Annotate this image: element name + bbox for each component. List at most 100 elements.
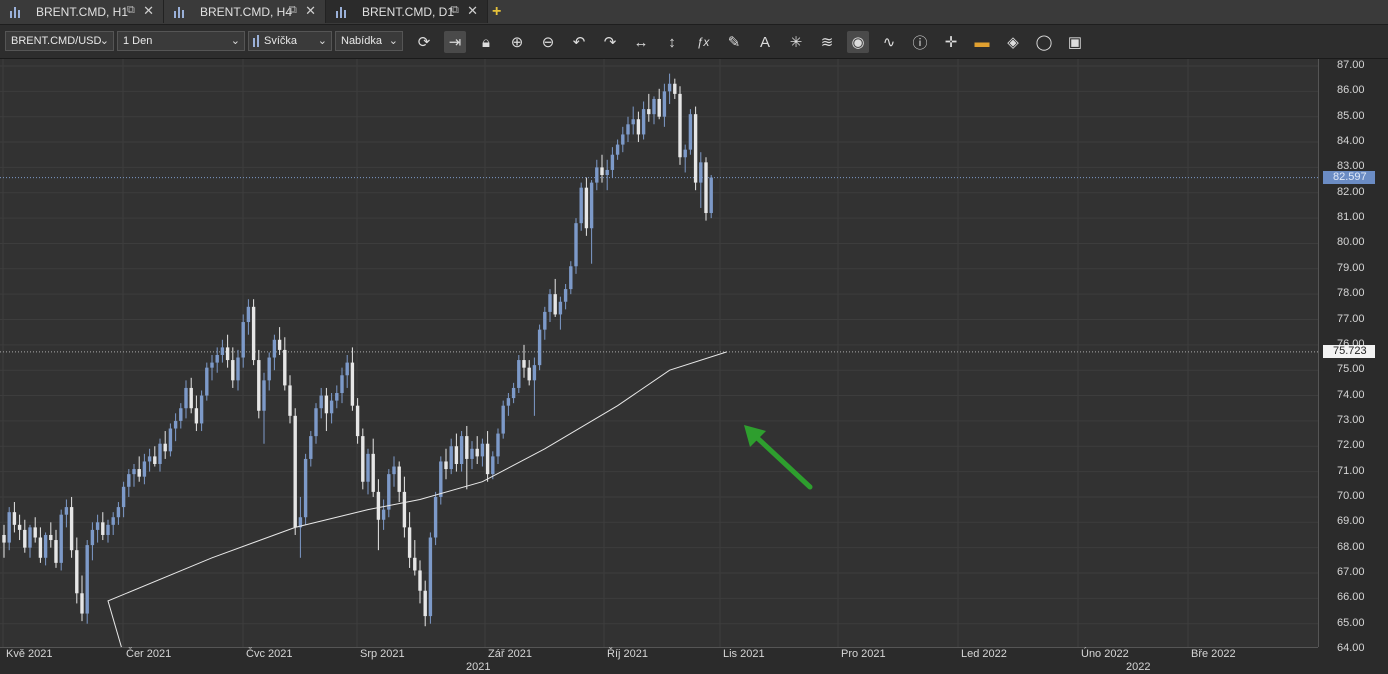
color-bar-icon[interactable]: ▬ [971, 31, 993, 53]
time-tick-label: Lis 2021 [723, 648, 765, 660]
close-icon[interactable]: ✕ [305, 4, 316, 18]
candle-body [693, 114, 698, 183]
zoom-out-icon[interactable]: ⊖ [537, 31, 559, 53]
popout-icon[interactable]: ⧉ [289, 5, 299, 16]
candle-body [543, 311, 547, 330]
eye-icon[interactable]: ◉ [847, 31, 869, 53]
redo-icon[interactable]: ↷ [599, 31, 621, 53]
undo-icon[interactable]: ↶ [568, 31, 590, 53]
candle-body [80, 593, 84, 614]
chart-type-select[interactable]: Svíčka ⌄ [248, 31, 332, 51]
save-icon[interactable]: ▣ [1064, 31, 1086, 53]
year-label: 2021 [466, 661, 491, 673]
candle-body [548, 294, 552, 312]
paint-bucket-icon[interactable]: ◈ [1002, 31, 1024, 53]
new-chart-icon[interactable]: + [492, 3, 510, 21]
price-tick-label: 87.00 [1337, 59, 1365, 71]
tab-brent-h4[interactable]: BRENT.CMD, H4 ⧉ ✕ [164, 0, 326, 23]
price-tick-label: 65.00 [1337, 616, 1365, 629]
candle-body [121, 486, 126, 508]
price-tick-label: 77.00 [1337, 312, 1365, 325]
pencil-icon[interactable]: ✎ [723, 31, 745, 53]
side-select[interactable]: Nabídka ⌄ [335, 31, 403, 51]
candlestick-icon [174, 6, 188, 18]
zoom-in-icon[interactable]: ⊕ [506, 31, 528, 53]
popout-icon[interactable]: ⧉ [451, 5, 461, 16]
indicator-icon[interactable]: ∿ [878, 31, 900, 53]
candle-body [12, 512, 17, 525]
candle-type-icon [253, 35, 259, 47]
candle-body [532, 365, 537, 381]
candle-body [678, 93, 682, 158]
candle-body [179, 408, 183, 421]
candle-body [667, 83, 672, 92]
candle-body [402, 491, 407, 528]
candle-body [361, 436, 365, 482]
chart-plot-area[interactable] [0, 59, 1318, 647]
price-tick-label: 66.00 [1337, 591, 1365, 604]
candle-body [657, 98, 661, 117]
close-icon[interactable]: ✕ [467, 4, 478, 18]
popout-icon[interactable]: ⧉ [127, 5, 137, 16]
candle-body [132, 469, 136, 475]
candle-body [106, 524, 110, 535]
candle-body [85, 545, 89, 614]
candle-body [345, 362, 349, 376]
close-icon[interactable]: ✕ [143, 4, 154, 18]
candle-body [537, 329, 542, 366]
candle-body [277, 339, 282, 350]
info-icon[interactable]: ⓘ [909, 31, 931, 53]
price-tick-label: 72.00 [1337, 439, 1365, 452]
candle-body [595, 167, 599, 183]
annotation-arrow-shaft [749, 430, 813, 490]
candle-body [231, 360, 235, 381]
instrument-select[interactable]: BRENT.CMD/USD ⌄ [5, 31, 114, 51]
time-tick-label: Bře 2022 [1191, 648, 1236, 660]
candle-body [558, 301, 563, 315]
candle-body [662, 91, 667, 117]
price-tick-label: 73.00 [1337, 413, 1365, 426]
lock-icon[interactable]: 🔒︎ [475, 31, 497, 53]
tab-brent-d1[interactable]: BRENT.CMD, D1 ⧉ ✕ [326, 0, 488, 23]
time-tick-label: Zář 2021 [488, 648, 533, 660]
star-icon[interactable]: ✳ [785, 31, 807, 53]
candle-body [189, 387, 193, 409]
vertical-arrows-icon[interactable]: ↕ [661, 31, 683, 53]
price-tick-label: 84.00 [1337, 135, 1365, 148]
horizontal-arrows-icon[interactable]: ↔ [630, 31, 652, 53]
candle-body [381, 509, 386, 520]
price-axis[interactable]: 87.00 86.00 85.00 84.00 83.00 82.00 81.00 80.00… [1318, 59, 1388, 654]
candle-body [522, 360, 526, 368]
function-icon[interactable]: ƒx [692, 31, 714, 53]
candlestick-chart[interactable] [0, 59, 1318, 647]
candle-body [605, 169, 609, 176]
period-select[interactable]: 1 Den ⌄ [117, 31, 245, 51]
candle-body [173, 420, 178, 429]
candle-body [293, 415, 297, 528]
instrument-value: BRENT.CMD/USD [11, 35, 102, 47]
moving-average-price-tag: 75.723 [1323, 345, 1375, 358]
candle-body [262, 380, 266, 411]
refresh-icon[interactable]: ⟳ [413, 31, 435, 53]
time-tick-label: Led 2022 [961, 648, 1007, 660]
text-icon[interactable]: A [754, 31, 776, 53]
candle-body [101, 522, 105, 535]
shift-right-icon[interactable]: ⇥ [444, 31, 466, 53]
candle-body [127, 474, 131, 487]
time-axis[interactable]: Kvě 2021 Čer 2021 Čvc 2021 Srp 2021 Zář 2021… [0, 647, 1318, 674]
candle-body [392, 466, 396, 475]
candle-body [428, 537, 433, 617]
candle-body [215, 354, 219, 363]
candle-body [600, 167, 604, 176]
tab-brent-h1[interactable]: BRENT.CMD, H1 ⧉ ✕ [0, 0, 164, 23]
candle-body [631, 119, 635, 125]
candle-body [2, 534, 6, 543]
circle-icon[interactable]: ◯ [1033, 31, 1055, 53]
candle-body [470, 448, 474, 459]
candle-body [418, 570, 422, 591]
crosshair-icon[interactable]: ✛ [940, 31, 962, 53]
time-tick-label: Čvc 2021 [246, 648, 293, 660]
candle-body [579, 187, 583, 224]
layers-icon[interactable]: ≋ [816, 31, 838, 53]
tab-label: BRENT.CMD, H4 [200, 4, 293, 19]
